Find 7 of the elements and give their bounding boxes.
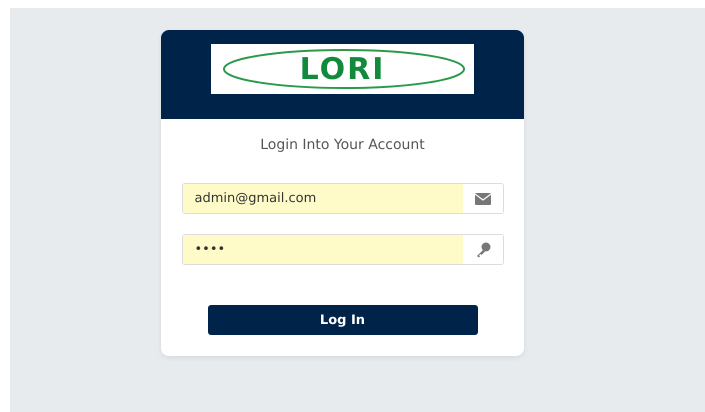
login-title: Login Into Your Account xyxy=(260,137,425,153)
password-field[interactable]: •••• xyxy=(182,234,504,265)
key-icon xyxy=(474,242,490,258)
logo-text: LORI xyxy=(300,52,386,86)
email-field[interactable]: admin@gmail.com xyxy=(182,183,504,214)
envelope-icon xyxy=(474,192,490,204)
login-button[interactable]: Log In xyxy=(208,305,478,335)
